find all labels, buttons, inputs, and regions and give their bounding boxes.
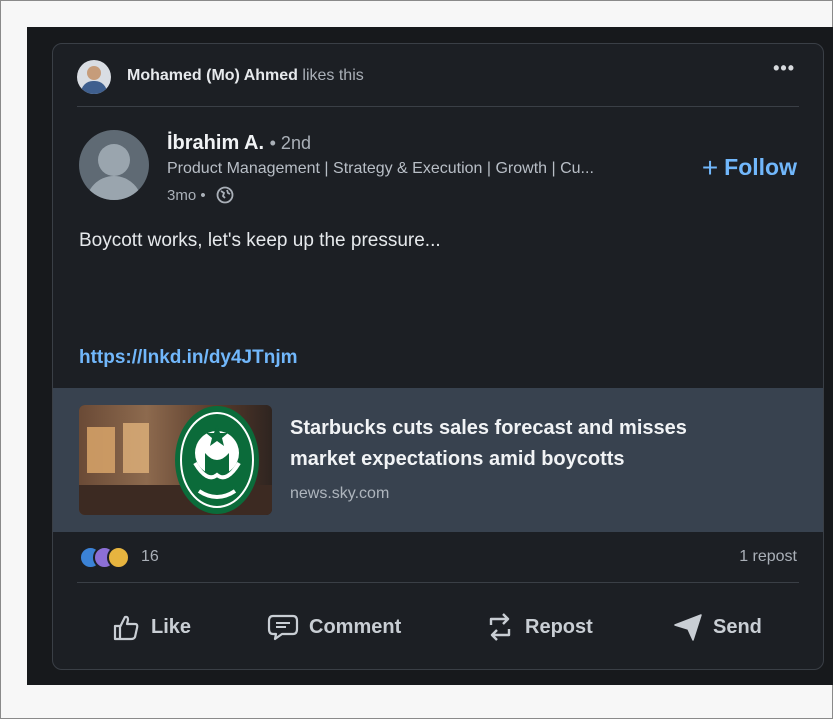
repost-button[interactable]: Repost xyxy=(485,611,593,643)
repost-count[interactable]: 1 repost xyxy=(739,548,797,566)
insightful-reaction-icon xyxy=(107,546,130,569)
article-thumbnail[interactable] xyxy=(79,405,272,515)
post-body-text: Boycott works, let's keep up the pressur… xyxy=(79,230,441,251)
more-options-icon[interactable]: ••• xyxy=(773,58,795,79)
reaction-count[interactable]: 16 xyxy=(141,548,159,566)
comment-button[interactable]: Comment xyxy=(267,611,401,643)
like-button[interactable]: Like xyxy=(111,611,191,643)
social-activity-header: Mohamed (Mo) Ahmed likes this ••• xyxy=(53,44,823,106)
connection-degree: • 2nd xyxy=(269,133,311,153)
social-counts-divider xyxy=(77,582,799,583)
repost-label: Repost xyxy=(525,615,593,638)
globe-icon xyxy=(216,186,234,208)
post-meta: 3mo • xyxy=(167,186,234,208)
like-label: Like xyxy=(151,615,192,638)
article-title[interactable]: Starbucks cuts sales forecast and misses… xyxy=(290,413,770,475)
thumbs-up-icon xyxy=(113,615,139,641)
starbucks-logo-icon xyxy=(175,406,259,514)
send-icon xyxy=(674,614,702,641)
send-button[interactable]: Send xyxy=(673,611,762,643)
activity-verb: likes this xyxy=(302,67,364,84)
follow-button[interactable]: + Follow xyxy=(702,152,797,184)
article-title-line-1: Starbucks cuts sales forecast and misses xyxy=(290,417,687,439)
author-avatar[interactable] xyxy=(79,130,149,200)
post-link[interactable]: https://lnkd.in/dy4JTnjm xyxy=(79,347,298,369)
article-source: news.sky.com xyxy=(290,485,390,502)
activity-actor-name[interactable]: Mohamed (Mo) Ahmed xyxy=(127,67,298,84)
post-time: 3mo • xyxy=(167,187,206,204)
actor-avatar[interactable] xyxy=(77,60,111,94)
comment-icon xyxy=(267,614,299,641)
follow-label: Follow xyxy=(724,154,797,180)
author-name-text[interactable]: İbrahim A. xyxy=(167,132,264,154)
author-name[interactable]: İbrahim A. • 2nd xyxy=(167,132,311,155)
header-divider xyxy=(77,106,799,107)
send-label: Send xyxy=(713,615,762,638)
comment-label: Comment xyxy=(309,615,402,638)
feed-post-card: Mohamed (Mo) Ahmed likes this ••• İbrahi… xyxy=(52,43,824,670)
article-preview[interactable]: Starbucks cuts sales forecast and misses… xyxy=(53,388,823,532)
author-headline: Product Management | Strategy & Executio… xyxy=(167,160,594,177)
social-activity-text: Mohamed (Mo) Ahmed likes this xyxy=(127,67,364,85)
repost-icon xyxy=(489,613,511,641)
article-title-line-2: market expectations amid boycotts xyxy=(290,448,625,470)
plus-icon: + xyxy=(701,152,719,183)
